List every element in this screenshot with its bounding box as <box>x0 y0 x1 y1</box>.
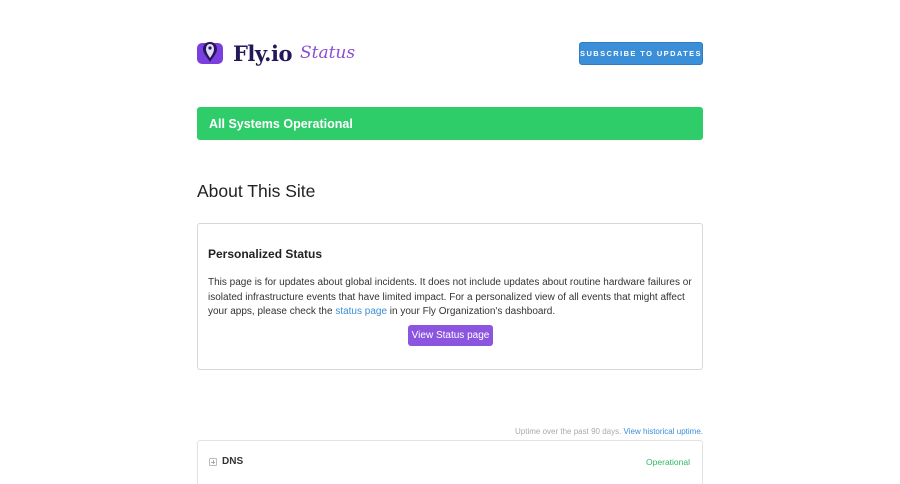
about-title: About This Site <box>197 181 316 201</box>
fly-balloon-logo-icon <box>197 42 223 64</box>
card-body: This page is for updates about global in… <box>208 276 692 320</box>
status-page-link[interactable]: status page <box>335 306 387 317</box>
expand-plus-icon[interactable] <box>209 458 217 466</box>
brand-subtitle: Status <box>299 43 356 63</box>
uptime-note-text: Uptime over the past 90 days. <box>515 427 622 436</box>
component-status: Operational <box>646 457 690 467</box>
subscribe-button[interactable]: SUBSCRIBE TO UPDATES <box>579 42 703 65</box>
component-name: DNS <box>222 456 244 467</box>
card-title: Personalized Status <box>208 247 323 261</box>
card-body-text-2: in your Fly Organization's dashboard. <box>387 306 556 317</box>
brand-name: Fly.io <box>233 40 292 66</box>
uptime-note: Uptime over the past 90 days. View histo… <box>515 427 703 436</box>
brand-logo[interactable]: Fly.io Status <box>197 40 355 66</box>
view-status-page-button[interactable]: View Status page <box>408 325 493 346</box>
historical-uptime-link[interactable]: View historical uptime. <box>624 427 703 436</box>
component-row-dns[interactable]: DNS Operational <box>197 440 703 484</box>
status-banner-text: All Systems Operational <box>209 116 353 131</box>
about-card: Personalized Status This page is for upd… <box>197 223 703 370</box>
page-header: Fly.io Status SUBSCRIBE TO UPDATES <box>197 40 703 68</box>
status-banner: All Systems Operational <box>197 107 703 140</box>
